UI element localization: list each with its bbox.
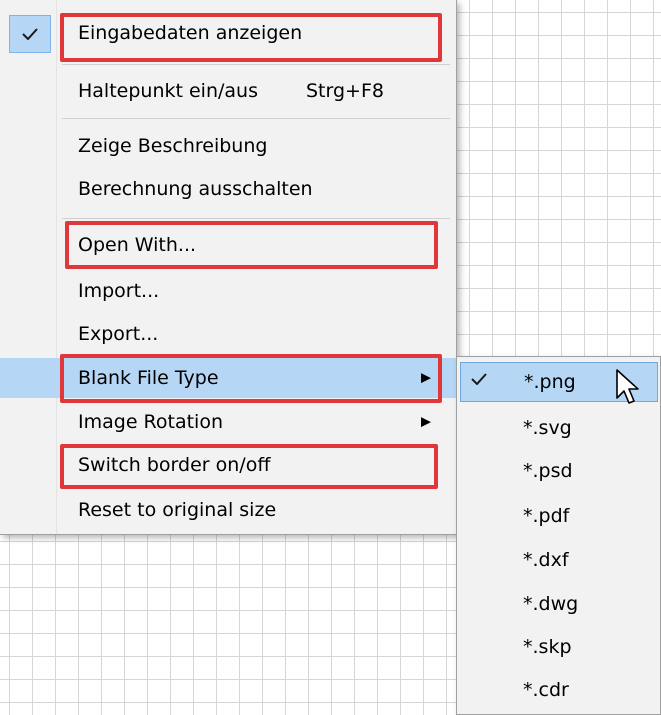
menu-item-label: Open With... (78, 234, 197, 256)
menu-item-reset-size[interactable]: Reset to original size (0, 490, 456, 530)
menu-item-eingabedaten-anzeigen[interactable]: Eingabedaten anzeigen (0, 13, 456, 53)
menu-item-haltepunkt[interactable]: Haltepunkt ein/aus Strg+F8 (0, 71, 456, 111)
submenu-item-label: *.dwg (523, 593, 579, 615)
submenu-item-label: *.pdf (523, 505, 570, 527)
menu-separator (62, 218, 450, 219)
submenu-item-pdf[interactable]: *.pdf (457, 496, 660, 536)
menu-item-label: Import... (78, 280, 160, 302)
menu-item-blank-file-type[interactable]: Blank File Type ▶ (0, 358, 456, 398)
submenu-item-label: *.svg (523, 417, 572, 439)
submenu-item-label: *.skp (523, 636, 572, 658)
submenu-item-skp[interactable]: *.skp (457, 627, 660, 667)
menu-item-shortcut: Strg+F8 (306, 80, 384, 102)
menu-item-export[interactable]: Export... (0, 314, 456, 354)
menu-item-open-with[interactable]: Open With... (0, 225, 456, 265)
menu-item-label: Reset to original size (78, 499, 277, 521)
submenu-item-label: *.cdr (523, 679, 569, 701)
submenu-item-psd[interactable]: *.psd (457, 451, 660, 491)
menu-separator (62, 64, 450, 65)
chevron-right-icon: ▶ (421, 414, 431, 430)
submenu-item-cdr[interactable]: *.cdr (457, 670, 660, 710)
menu-item-berechnung-ausschalten[interactable]: Berechnung ausschalten (0, 169, 456, 209)
menu-item-zeige-beschreibung[interactable]: Zeige Beschreibung (0, 126, 456, 166)
submenu-item-label: *.psd (523, 460, 573, 482)
menu-separator (62, 118, 450, 119)
menu-item-label: Switch border on/off (78, 454, 271, 476)
submenu-item-dwg[interactable]: *.dwg (457, 584, 660, 624)
menu-item-label: Haltepunkt ein/aus (78, 80, 258, 102)
menu-item-label: Zeige Beschreibung (78, 135, 268, 157)
menu-item-switch-border[interactable]: Switch border on/off (0, 445, 456, 485)
submenu-item-svg[interactable]: *.svg (457, 408, 660, 448)
menu-item-label: Image Rotation (78, 411, 224, 433)
menu-item-label: Berechnung ausschalten (78, 178, 313, 200)
mouse-pointer-icon (616, 369, 639, 404)
menu-item-label: Export... (78, 323, 159, 345)
submenu-item-label: *.png (524, 371, 576, 393)
chevron-right-icon: ▶ (421, 370, 431, 386)
blank-file-type-submenu: *.png *.svg *.psd *.pdf *.dxf *.dwg *.sk… (456, 356, 661, 715)
context-menu: Eingabedaten anzeigen Haltepunkt ein/aus… (0, 0, 457, 535)
menu-item-import[interactable]: Import... (0, 271, 456, 311)
menu-item-label: Blank File Type (78, 367, 219, 389)
menu-item-label: Eingabedaten anzeigen (78, 22, 303, 44)
menu-item-image-rotation[interactable]: Image Rotation ▶ (0, 402, 456, 442)
submenu-item-dxf[interactable]: *.dxf (457, 540, 660, 580)
checkmark-icon (471, 373, 487, 385)
submenu-item-label: *.dxf (523, 549, 569, 571)
